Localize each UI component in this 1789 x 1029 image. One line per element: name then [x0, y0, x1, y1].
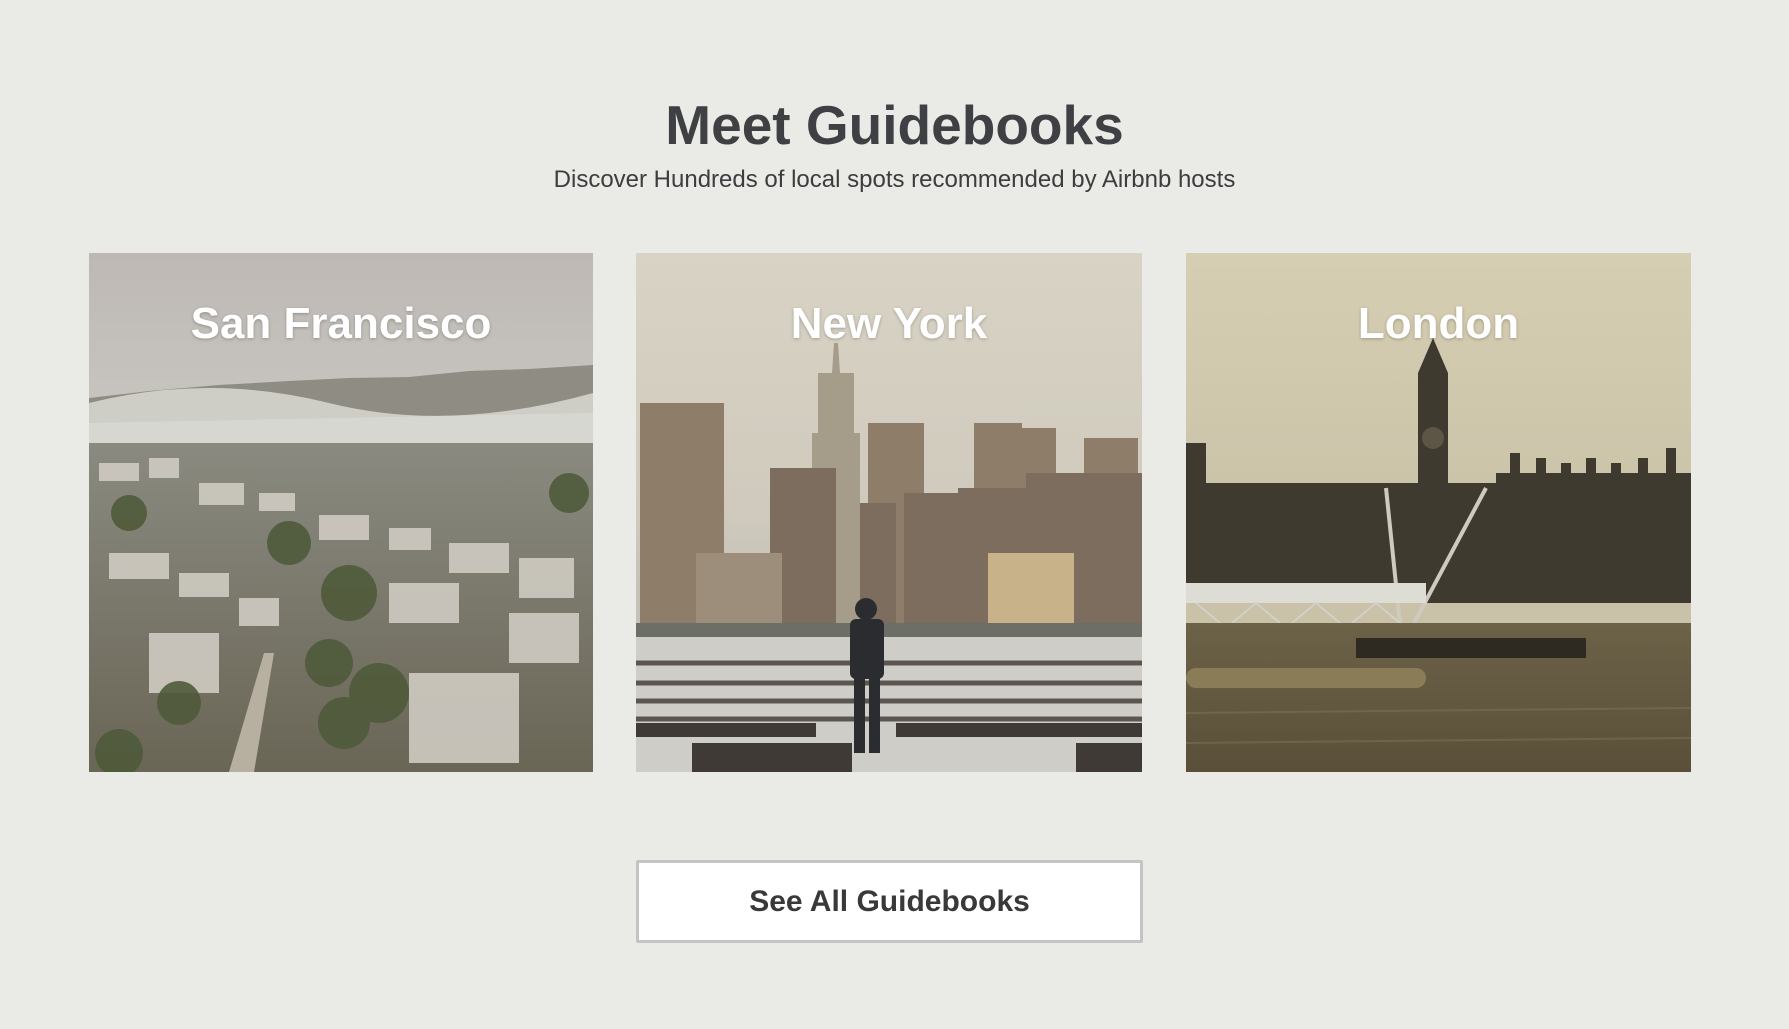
- guidebook-card-london[interactable]: London: [1186, 253, 1691, 772]
- guidebooks-section: Meet Guidebooks Discover Hundreds of loc…: [0, 0, 1789, 1029]
- section-title: Meet Guidebooks: [665, 94, 1124, 156]
- section-subtitle: Discover Hundreds of local spots recomme…: [553, 166, 1236, 193]
- guidebook-card-san-francisco[interactable]: San Francisco: [89, 253, 593, 772]
- guidebook-city-label: San Francisco: [190, 299, 492, 348]
- see-all-guidebooks-button[interactable]: See All Guidebooks: [636, 860, 1143, 943]
- guidebook-city-label: New York: [790, 299, 988, 348]
- guidebook-city-label: London: [1357, 299, 1520, 348]
- guidebook-cards: San Francisco New York London: [89, 253, 1692, 772]
- guidebook-card-new-york[interactable]: New York: [636, 253, 1142, 772]
